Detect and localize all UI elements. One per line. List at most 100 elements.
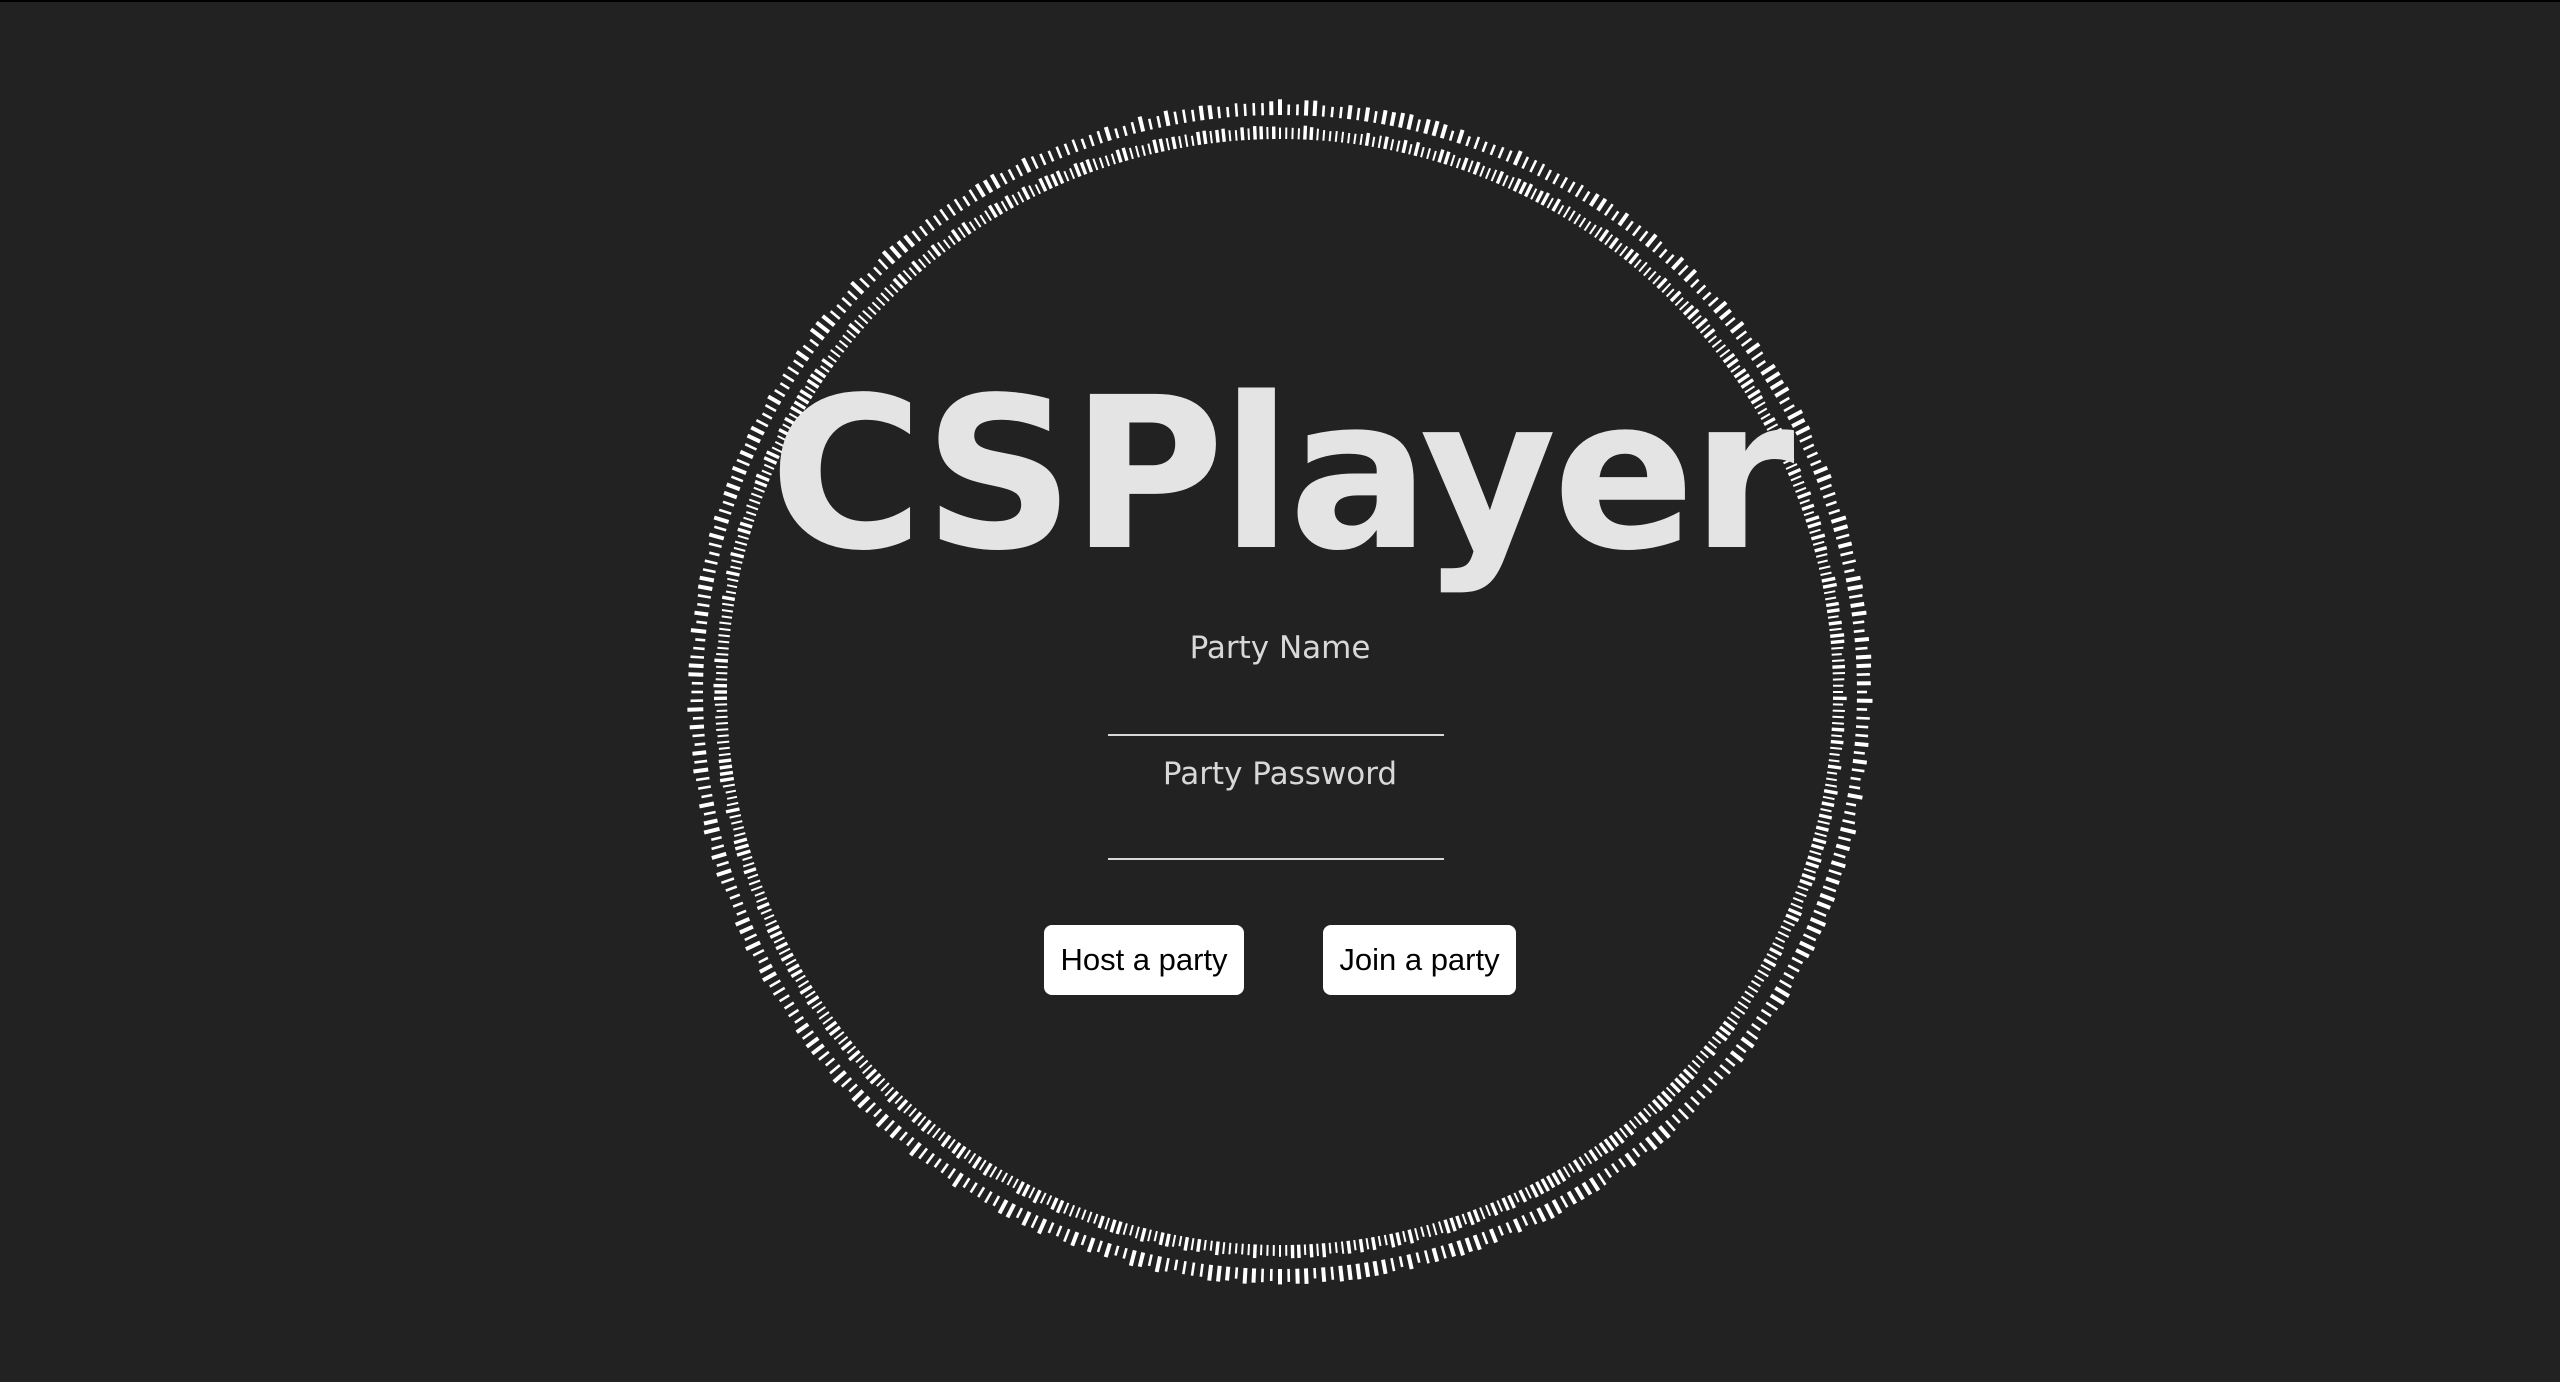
visualizer-bar (717, 734, 729, 738)
visualizer-bar (1842, 819, 1856, 825)
visualizer-bar (1825, 596, 1837, 601)
visualizer-bar (1080, 1234, 1087, 1246)
visualizer-bar (833, 1031, 845, 1041)
visualizer-bar (1222, 1242, 1226, 1255)
visualizer-bar (1799, 940, 1816, 952)
visualizer-bar (1827, 615, 1839, 619)
visualizer-bar (1513, 1192, 1520, 1203)
visualizer-bar (689, 724, 705, 730)
visualizer-bar (1619, 1127, 1628, 1139)
visualizer-bar (1729, 1050, 1744, 1063)
visualizer-bar (694, 610, 709, 617)
visualizer-bar (1139, 1227, 1147, 1242)
visualizer-bar (1303, 125, 1308, 140)
visualizer-bar (936, 241, 946, 253)
visualizer-bar (763, 914, 775, 921)
visualizer-bar (1505, 150, 1513, 162)
visualizer-bar (1104, 155, 1111, 167)
visualizer-bar (1401, 139, 1408, 154)
visualizer-bar (866, 272, 877, 282)
visualizer-bar (1783, 919, 1795, 927)
visualizer-bar (1783, 971, 1795, 980)
visualizer-bar (1546, 1175, 1556, 1189)
visualizer-bar (1050, 173, 1059, 187)
visualizer-bar (1501, 1197, 1510, 1211)
visualizer-bar (940, 1134, 952, 1148)
visualizer-bar (1588, 224, 1597, 235)
visualizer-bar (1744, 990, 1755, 998)
visualizer-bar (917, 1115, 927, 1127)
visualizer-bar (1562, 1166, 1571, 1178)
visualizer-bar (1718, 1025, 1732, 1037)
visualizer-bar (1055, 1225, 1063, 1237)
visualizer-bar (1643, 267, 1652, 277)
visualizer-bar (1851, 610, 1867, 617)
party-password-input[interactable] (1108, 812, 1444, 860)
visualizer-bar (1415, 119, 1421, 132)
party-name-input[interactable] (1108, 688, 1444, 736)
visualizer-bar (1809, 850, 1822, 856)
visualizer-bar (1073, 162, 1082, 178)
visualizer-bar (884, 1119, 895, 1132)
visualizer-bar (842, 334, 853, 344)
visualizer-bar (1624, 1152, 1637, 1167)
visualizer-bar (1096, 1240, 1103, 1253)
visualizer-bar (984, 210, 992, 222)
visualizer-bar (1215, 129, 1220, 143)
visualizer-bar (1370, 1236, 1377, 1251)
visualizer-bar (939, 208, 949, 221)
visualizer-bar (947, 1167, 957, 1180)
visualizer-bar (1496, 1200, 1504, 1212)
visualizer-bar (846, 329, 857, 339)
visualizer-bar (1497, 1225, 1504, 1236)
visualizer-bar (1080, 138, 1087, 150)
visualizer-bar (821, 314, 836, 328)
visualizer-bar (1455, 157, 1462, 169)
visualizer-bar (1488, 1228, 1498, 1244)
visualizer-bar (1674, 1077, 1686, 1089)
visualizer-bar (1598, 1142, 1609, 1155)
visualizer-bar (1028, 1187, 1036, 1199)
visualizer-bar (1467, 160, 1474, 173)
visualizer-bar (1765, 1001, 1779, 1011)
visualizer-bar (1813, 909, 1827, 918)
host-party-button[interactable]: Host a party (1044, 925, 1244, 995)
visualizer-bar (1637, 1111, 1649, 1124)
visualizer-bar (1702, 1083, 1713, 1094)
visualizer-bar (1103, 126, 1112, 142)
visualizer-bar (1540, 192, 1550, 206)
visualizer-bar (1163, 110, 1171, 127)
visualizer-bar (854, 319, 865, 329)
visualizer-bar (1330, 106, 1334, 118)
visualizer-bar (989, 1166, 998, 1178)
visualizer-bar (1011, 194, 1019, 206)
visualizer-bar (1652, 241, 1663, 253)
visualizer-bar (1085, 159, 1094, 173)
visualizer-bar (1603, 1167, 1612, 1179)
visualizer-bar (984, 1191, 993, 1204)
visualizer-bar (1334, 1242, 1338, 1254)
visualizer-bar (848, 1049, 861, 1062)
visualizer-bar (1466, 1211, 1475, 1226)
join-party-button[interactable]: Join a party (1323, 925, 1516, 995)
visualizer-bar (725, 807, 740, 814)
visualizer-bar (758, 963, 773, 974)
visualizer-bar (1588, 1149, 1599, 1162)
visualizer-bar (896, 1099, 909, 1111)
visualizer-bar (1364, 107, 1371, 122)
visualizer-bar (1081, 1209, 1087, 1220)
visualizer-bar (1647, 270, 1657, 281)
visualizer-bar (719, 621, 732, 625)
visualizer-bar (1203, 1239, 1207, 1251)
visualizer-bar (1551, 1199, 1563, 1215)
visualizer-bar (1777, 931, 1790, 938)
visualizer-bar (977, 1186, 986, 1198)
visualizer-bar (787, 1008, 800, 1018)
visualizer-bar (1707, 296, 1719, 307)
visualizer-bar (1449, 154, 1456, 167)
visualizer-bar (1034, 184, 1042, 195)
visualizer-bar (1413, 141, 1421, 157)
visualizer-bar (760, 908, 772, 915)
visualizer-bar (987, 204, 998, 219)
visualizer-bar (1340, 131, 1345, 143)
